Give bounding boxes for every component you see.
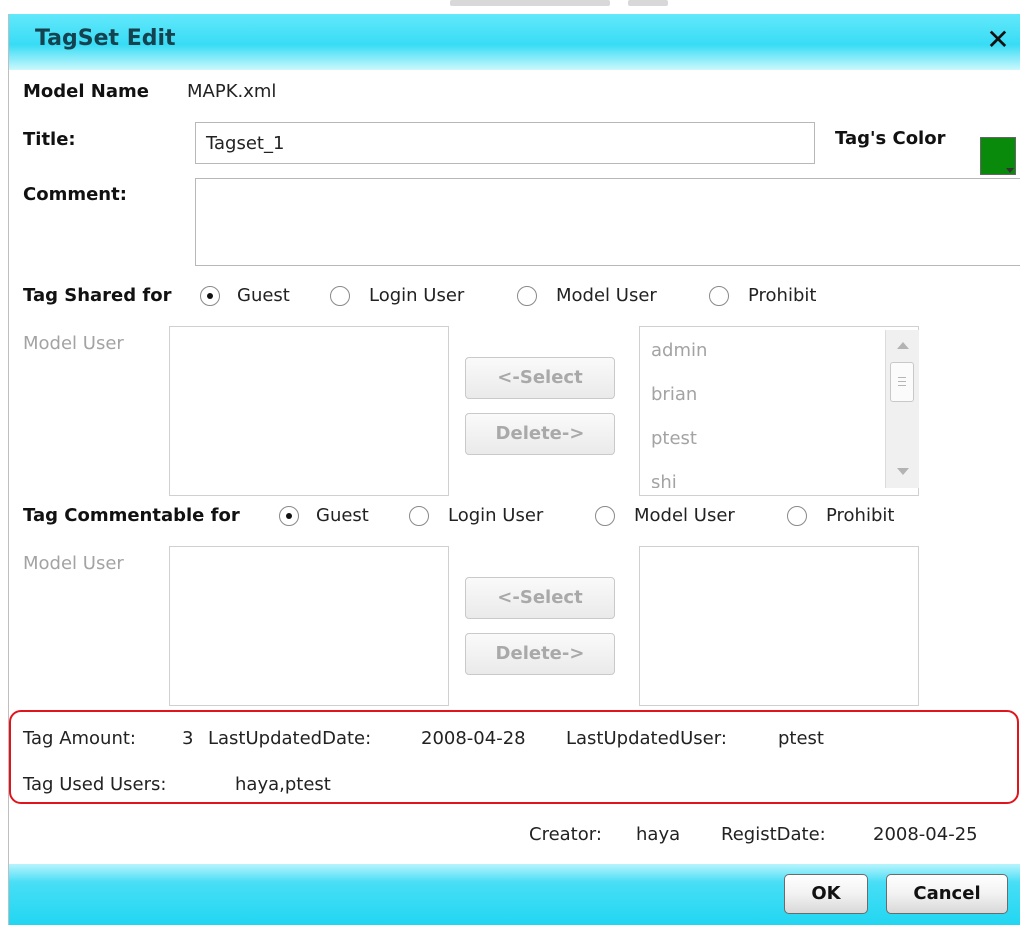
model-name-value: MAPK.xml	[187, 81, 277, 102]
shared-login-user-label: Login User	[369, 285, 465, 306]
grip-line	[898, 385, 906, 386]
scrollbar-thumb[interactable]	[890, 362, 914, 402]
scroll-down-icon[interactable]	[897, 468, 909, 475]
commentable-guest-label: Guest	[316, 505, 369, 526]
last-updated-user-label: LastUpdatedUser:	[566, 728, 727, 749]
scroll-up-icon[interactable]	[897, 342, 909, 349]
tag-shared-label: Tag Shared for	[23, 285, 172, 306]
shared-model-user-radio[interactable]	[517, 286, 537, 306]
model-name-label: Model Name	[23, 81, 149, 102]
background-tab	[450, 0, 610, 6]
dialog-title: TagSet Edit	[35, 26, 176, 51]
tag-color-picker[interactable]	[980, 137, 1016, 175]
tag-used-users-label: Tag Used Users:	[23, 774, 167, 795]
commentable-prohibit-radio[interactable]	[787, 506, 807, 526]
dialog-footer: OK Cancel	[9, 864, 1020, 925]
commentable-model-user-label: Model User	[634, 505, 735, 526]
ok-button[interactable]: OK	[784, 874, 868, 914]
title-input-value: Tagset_1	[206, 133, 285, 154]
tag-used-users-value: haya,ptest	[235, 774, 331, 795]
background-tab	[628, 0, 668, 6]
commentable-model-user-caption: Model User	[23, 553, 124, 574]
comment-textarea[interactable]	[195, 178, 1020, 266]
tagset-edit-dialog: TagSet Edit ✕ Model Name MAPK.xml Title:…	[8, 14, 1020, 925]
tag-amount-value: 3	[182, 728, 194, 749]
commentable-selected-users-list[interactable]	[169, 546, 449, 706]
commentable-select-button[interactable]: <-Select	[465, 577, 615, 619]
commentable-guest-radio[interactable]	[279, 506, 299, 526]
commentable-prohibit-label: Prohibit	[826, 505, 895, 526]
shared-user-items: admin brian ptest shi	[639, 330, 919, 488]
tag-color-label: Tag's Color	[835, 128, 946, 149]
shared-selected-users-list[interactable]	[169, 326, 449, 496]
shared-select-button[interactable]: <-Select	[465, 357, 615, 399]
background-strip	[0, 0, 1020, 14]
last-updated-user-value: ptest	[778, 728, 824, 749]
grip-line	[898, 377, 906, 378]
regist-date-label: RegistDate:	[721, 824, 826, 845]
cancel-button[interactable]: Cancel	[886, 874, 1008, 914]
shared-guest-radio[interactable]	[200, 286, 220, 306]
last-updated-date-label: LastUpdatedDate:	[208, 728, 372, 749]
chevron-down-icon	[1006, 168, 1014, 173]
commentable-delete-button[interactable]: Delete->	[465, 633, 615, 675]
list-item[interactable]: admin	[651, 340, 707, 361]
shared-guest-label: Guest	[237, 285, 290, 306]
list-item[interactable]: shi	[651, 472, 677, 488]
shared-prohibit-radio[interactable]	[709, 286, 729, 306]
commentable-model-user-radio[interactable]	[595, 506, 615, 526]
shared-delete-button[interactable]: Delete->	[465, 413, 615, 455]
users-scrollbar[interactable]	[885, 330, 919, 488]
shared-model-user-label: Model User	[556, 285, 657, 306]
shared-model-user-caption: Model User	[23, 333, 124, 354]
dialog-titlebar: TagSet Edit ✕	[9, 14, 1020, 70]
creator-label: Creator:	[529, 824, 602, 845]
commentable-available-users-list[interactable]	[639, 546, 919, 706]
commentable-login-user-label: Login User	[448, 505, 544, 526]
creator-value: haya	[636, 824, 681, 845]
tag-amount-label: Tag Amount:	[23, 728, 136, 749]
list-item[interactable]: ptest	[651, 428, 697, 449]
grip-line	[898, 381, 906, 382]
regist-date-value: 2008-04-25	[873, 824, 978, 845]
last-updated-date-value: 2008-04-28	[421, 728, 526, 749]
list-item[interactable]: brian	[651, 384, 697, 405]
comment-label: Comment:	[23, 184, 127, 205]
title-label: Title:	[23, 129, 76, 150]
commentable-login-user-radio[interactable]	[409, 506, 429, 526]
shared-prohibit-label: Prohibit	[748, 285, 817, 306]
tag-commentable-label: Tag Commentable for	[23, 505, 240, 526]
shared-login-user-radio[interactable]	[330, 286, 350, 306]
close-icon[interactable]: ✕	[981, 20, 1015, 60]
title-input[interactable]: Tagset_1	[195, 122, 815, 164]
